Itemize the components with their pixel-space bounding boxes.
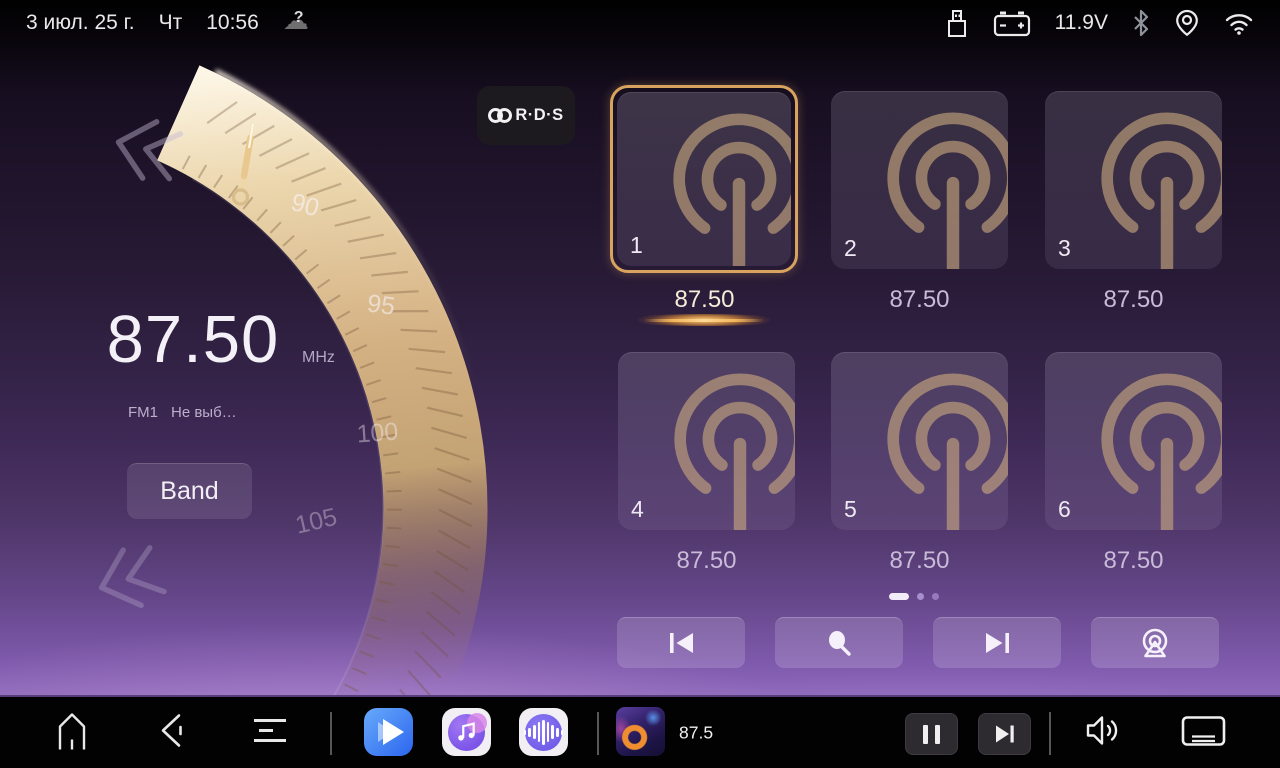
music-note-icon bbox=[452, 717, 482, 747]
skip-next-icon bbox=[984, 631, 1011, 655]
weather-unknown-icon: ☁ ? bbox=[283, 8, 317, 38]
voice-app-icon[interactable] bbox=[519, 708, 568, 756]
waveform-icon bbox=[524, 720, 563, 745]
current-frequency: 87.50 bbox=[103, 301, 283, 378]
search-stations-button[interactable] bbox=[775, 617, 903, 668]
status-day: Чт bbox=[159, 11, 183, 35]
preset-number: 2 bbox=[844, 235, 857, 262]
rds-indicator: R·D·S bbox=[477, 86, 575, 145]
preset-frequency: 87.50 bbox=[1045, 286, 1222, 314]
preset-number: 6 bbox=[1058, 496, 1071, 523]
seek-previous-button[interactable] bbox=[617, 617, 745, 668]
preset-number: 4 bbox=[631, 496, 644, 523]
preset-number: 5 bbox=[844, 496, 857, 523]
broadcast-icon bbox=[1139, 628, 1171, 659]
preset-number: 1 bbox=[630, 232, 643, 259]
pause-icon bbox=[923, 725, 940, 744]
play-icon bbox=[364, 708, 413, 756]
station-name: Не выб… bbox=[171, 404, 237, 421]
preset-number: 3 bbox=[1058, 235, 1071, 262]
preset-frequency: 87.50 bbox=[831, 286, 1008, 314]
page-dot[interactable] bbox=[932, 593, 939, 600]
rds-label: R·D·S bbox=[515, 106, 563, 125]
band-button[interactable]: Band bbox=[127, 463, 252, 519]
search-icon bbox=[826, 630, 852, 657]
pause-button[interactable] bbox=[905, 713, 958, 755]
radio-app-screen: 90 95 100 105 3 июл. 25 г. Чт 10:56 ☁ bbox=[0, 0, 1280, 768]
wifi-icon bbox=[1224, 11, 1254, 36]
page-dot-active[interactable] bbox=[889, 593, 909, 600]
antenna-icon bbox=[1083, 105, 1222, 269]
skip-next-icon bbox=[994, 724, 1016, 744]
status-time: 10:56 bbox=[206, 11, 259, 35]
preset-tile-2[interactable]: 2 bbox=[831, 91, 1008, 269]
preset-tile-6[interactable]: 6 bbox=[1045, 352, 1222, 530]
nav-divider bbox=[330, 712, 332, 755]
page-dot[interactable] bbox=[917, 593, 924, 600]
band-button-label: Band bbox=[160, 477, 218, 506]
usb-icon bbox=[945, 8, 969, 38]
nav-divider bbox=[1049, 712, 1051, 755]
preset-tile-4[interactable]: 4 bbox=[618, 352, 795, 530]
car-battery-icon bbox=[993, 9, 1031, 37]
home-icon[interactable] bbox=[52, 708, 92, 757]
seek-up-chevron-icon[interactable] bbox=[93, 542, 166, 615]
system-nav-bar: 87.5 bbox=[0, 695, 1280, 768]
dial-label-100: 100 bbox=[356, 418, 400, 449]
rds-logo-ring-icon bbox=[497, 108, 512, 123]
now-playing-title: 87.5 bbox=[679, 722, 713, 743]
video-player-app-icon[interactable] bbox=[364, 708, 413, 756]
dial-label-95: 95 bbox=[365, 289, 396, 321]
location-icon bbox=[1174, 8, 1200, 38]
preset-frequency: 87.50 bbox=[616, 286, 793, 314]
antenna-icon bbox=[869, 366, 1008, 530]
status-date: 3 июл. 25 г. bbox=[26, 11, 135, 35]
preset-tile-1-selected[interactable]: 1 bbox=[610, 85, 798, 273]
band-indicator: FM1 bbox=[128, 404, 158, 421]
tuning-dial: 90 95 100 105 bbox=[0, 0, 520, 768]
back-icon[interactable] bbox=[155, 710, 191, 755]
menu-icon[interactable] bbox=[250, 710, 290, 755]
frequency-unit: MHz bbox=[302, 349, 335, 367]
antenna-icon bbox=[656, 366, 795, 530]
seek-next-button[interactable] bbox=[933, 617, 1061, 668]
selected-preset-glow bbox=[613, 314, 795, 326]
display-off-icon[interactable] bbox=[1180, 710, 1227, 755]
antenna-icon bbox=[1083, 366, 1222, 530]
battery-voltage: 11.9V bbox=[1055, 11, 1108, 35]
skip-previous-icon bbox=[668, 631, 695, 655]
dial-label-105: 105 bbox=[293, 503, 340, 540]
volume-icon[interactable] bbox=[1082, 710, 1122, 755]
next-track-button[interactable] bbox=[978, 713, 1031, 755]
bluetooth-icon bbox=[1132, 9, 1150, 37]
now-playing-album-art[interactable] bbox=[616, 707, 665, 756]
preset-frequency: 87.50 bbox=[831, 547, 1008, 575]
preset-tile-3[interactable]: 3 bbox=[1045, 91, 1222, 269]
preset-page-indicator bbox=[889, 593, 939, 600]
music-app-icon[interactable] bbox=[442, 708, 491, 756]
preset-tile-5[interactable]: 5 bbox=[831, 352, 1008, 530]
broadcast-scan-button[interactable] bbox=[1091, 617, 1219, 668]
status-bar: 3 июл. 25 г. Чт 10:56 ☁ ? bbox=[0, 0, 1280, 46]
preset-frequency: 87.50 bbox=[1045, 547, 1222, 575]
antenna-icon bbox=[869, 105, 1008, 269]
nav-divider bbox=[597, 712, 599, 755]
preset-frequency: 87.50 bbox=[618, 547, 795, 575]
antenna-icon bbox=[655, 106, 791, 266]
